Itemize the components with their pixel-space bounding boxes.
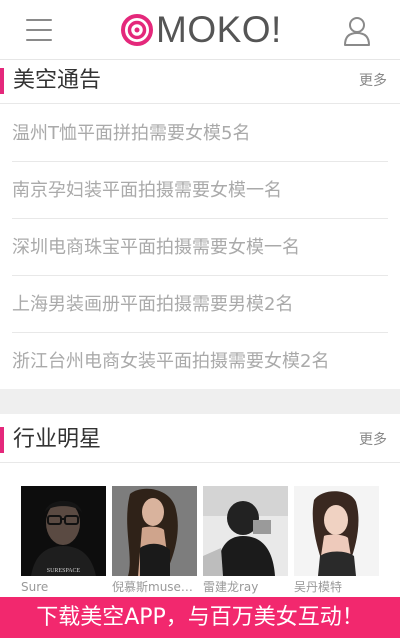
notices-list: 温州T恤平面拼拍需要女模5名 南京孕妇装平面拍摄需要女模一名 深圳电商珠宝平面拍… bbox=[0, 105, 400, 390]
top-navigation-bar: MOKO! bbox=[0, 0, 400, 60]
list-item[interactable]: 上海男装画册平面拍摄需要男模2名 bbox=[12, 276, 388, 333]
star-photo[interactable] bbox=[112, 486, 197, 576]
star-photo[interactable] bbox=[203, 486, 288, 576]
stars-section-header: 行业明星 更多 bbox=[0, 419, 400, 463]
list-item[interactable]: 深圳电商珠宝平面拍摄需要女模一名 bbox=[12, 219, 388, 276]
star-card[interactable]: 雷建龙ray bbox=[203, 486, 288, 595]
notice-title[interactable]: 上海男装画册平面拍摄需要男模2名 bbox=[12, 292, 293, 318]
star-card[interactable]: 吴丹模特 bbox=[294, 486, 379, 595]
section-accent-bar bbox=[0, 68, 4, 94]
stars-section-title: 行业明星 bbox=[13, 427, 102, 452]
star-photo[interactable] bbox=[294, 486, 379, 576]
logo-target-icon bbox=[121, 14, 153, 46]
notice-title[interactable]: 深圳电商珠宝平面拍摄需要女模一名 bbox=[12, 235, 300, 261]
star-name[interactable]: 雷建龙ray bbox=[203, 579, 288, 595]
notices-section-title: 美空通告 bbox=[13, 68, 102, 93]
stars-grid: SURESPACE Sure 倪慕斯muse… 雷建龙ray 吴丹模特 bbox=[21, 486, 381, 598]
list-item[interactable]: 浙江台州电商女装平面拍摄需要女模2名 bbox=[12, 333, 388, 390]
star-photo[interactable]: SURESPACE bbox=[21, 486, 106, 576]
star-name[interactable]: 倪慕斯muse… bbox=[112, 579, 197, 595]
notices-section-header: 美空通告 更多 bbox=[0, 60, 400, 104]
star-card[interactable]: SURESPACE Sure bbox=[21, 486, 106, 595]
section-accent-bar bbox=[0, 427, 4, 453]
app-download-banner[interactable]: 下载美空APP，与百万美女互动！ bbox=[0, 597, 400, 638]
photo-caption: SURESPACE bbox=[47, 568, 81, 574]
notice-title[interactable]: 浙江台州电商女装平面拍摄需要女模2名 bbox=[12, 349, 329, 375]
list-item[interactable]: 南京孕妇装平面拍摄需要女模一名 bbox=[12, 162, 388, 219]
notice-title[interactable]: 温州T恤平面拼拍需要女模5名 bbox=[12, 121, 250, 147]
moko-logo[interactable]: MOKO! bbox=[121, 10, 282, 50]
star-name[interactable]: 吴丹模特 bbox=[294, 579, 379, 595]
notice-title[interactable]: 南京孕妇装平面拍摄需要女模一名 bbox=[12, 178, 282, 204]
logo-text: MOKO! bbox=[156, 9, 282, 50]
hamburger-menu-icon[interactable] bbox=[26, 17, 52, 43]
stars-more-link[interactable]: 更多 bbox=[359, 431, 387, 449]
star-card[interactable]: 倪慕斯muse… bbox=[112, 486, 197, 595]
star-name[interactable]: Sure bbox=[21, 579, 106, 595]
list-item[interactable]: 温州T恤平面拼拍需要女模5名 bbox=[12, 105, 388, 162]
user-icon[interactable] bbox=[343, 16, 371, 46]
notices-more-link[interactable]: 更多 bbox=[359, 72, 387, 90]
section-divider bbox=[0, 389, 400, 414]
